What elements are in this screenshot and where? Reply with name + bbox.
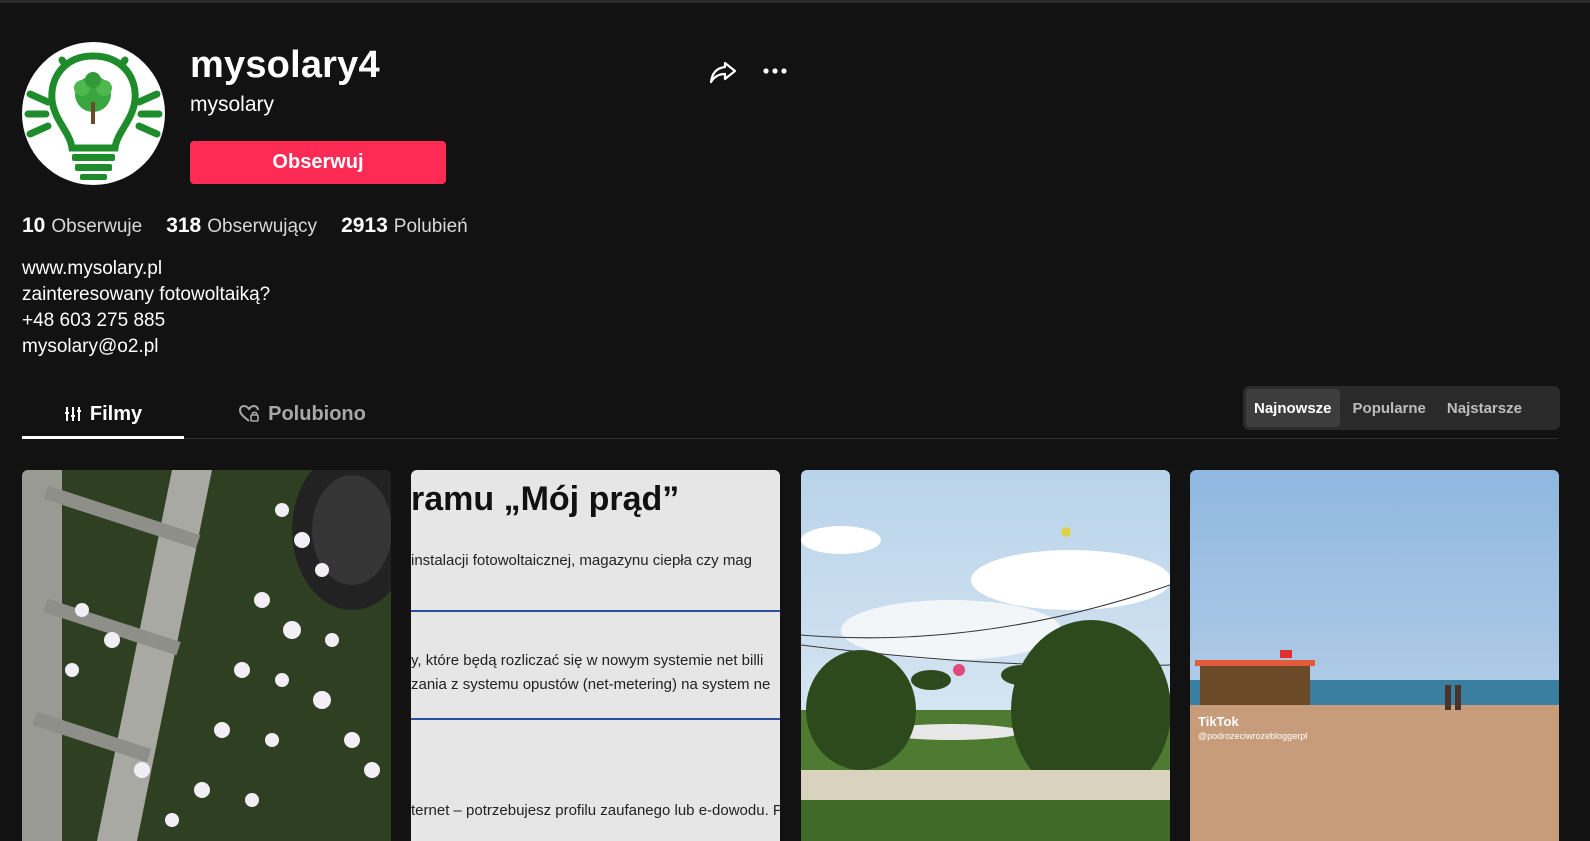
bio-line-phone: +48 603 275 885: [22, 310, 166, 331]
bio-line-website: www.mysolary.pl: [22, 258, 163, 279]
divider-line: [411, 610, 780, 612]
bio-line-email: mysolary@o2.pl: [22, 336, 159, 357]
creator-handle: @podrozeciwrozebloggerpl: [1198, 731, 1308, 741]
stat-likes-label: Polubień: [393, 216, 468, 237]
video-1-image: [22, 470, 391, 841]
sort-oldest[interactable]: Najstarsze: [1439, 389, 1530, 427]
tiktok-watermark: TikTok: [1198, 714, 1239, 729]
divider-line: [411, 718, 780, 720]
video-2-line: ternet – potrzebujesz profilu zaufanego …: [411, 802, 780, 819]
profile-nickname: mysolary: [190, 93, 275, 116]
tab-videos-label: Filmy: [89, 402, 143, 425]
video-thumbnail[interactable]: TikTok @podrozeciwrozebloggerpl: [1190, 470, 1559, 841]
share-icon[interactable]: [708, 57, 738, 87]
follow-button[interactable]: Obserwuj: [190, 141, 446, 184]
stat-following-value: 10: [22, 214, 46, 237]
top-divider: [0, 0, 1590, 3]
video-4-image: [1190, 470, 1559, 841]
heart-lock-icon: [239, 404, 260, 422]
sort-switcher: Najnowsze Popularne Najstarsze: [1243, 386, 1560, 430]
profile-username: mysolary4: [190, 44, 380, 86]
video-thumbnail[interactable]: [22, 470, 391, 841]
video-2-title: ramu „Mój prąd”: [411, 480, 680, 518]
video-2-line: y, które będą rozliczać się w nowym syst…: [411, 652, 764, 669]
stat-followers-value: 318: [166, 214, 202, 237]
bio-line-question: zainteresowany fotowoltaiką?: [22, 284, 271, 305]
sort-newest[interactable]: Najnowsze: [1246, 389, 1340, 427]
stat-following-label: Obserwuje: [51, 216, 143, 237]
more-options-icon[interactable]: [760, 57, 790, 87]
profile-bio: www.mysolary.pl zainteresowany fotowolta…: [22, 256, 270, 360]
stat-likes: 2913 Polubień: [341, 214, 468, 238]
video-2-line: instalacji fotowoltaicznej, magazynu cie…: [411, 552, 752, 569]
sort-popular[interactable]: Popularne: [1345, 389, 1434, 427]
tab-liked-label: Polubiono: [268, 402, 366, 425]
lightbulb-logo-icon: [24, 52, 163, 180]
video-thumbnail[interactable]: [801, 470, 1170, 841]
video-2-line: zania z systemu opustów (net-metering) n…: [411, 676, 771, 693]
tab-videos[interactable]: Filmy: [22, 392, 184, 439]
tab-liked[interactable]: Polubiono: [222, 392, 382, 436]
video-3-image: [801, 470, 1170, 841]
grid-lines-icon: [64, 407, 81, 421]
stat-following[interactable]: 10 Obserwuje: [22, 214, 142, 238]
profile-stats: 10 Obserwuje 318 Obserwujący 2913 Polubień: [22, 214, 468, 238]
avatar[interactable]: [22, 42, 165, 185]
stat-followers-label: Obserwujący: [207, 216, 318, 237]
stat-followers[interactable]: 318 Obserwujący: [166, 214, 317, 238]
video-thumbnail[interactable]: ramu „Mój prąd” instalacji fotowoltaiczn…: [411, 470, 780, 841]
stat-likes-value: 2913: [341, 214, 388, 237]
